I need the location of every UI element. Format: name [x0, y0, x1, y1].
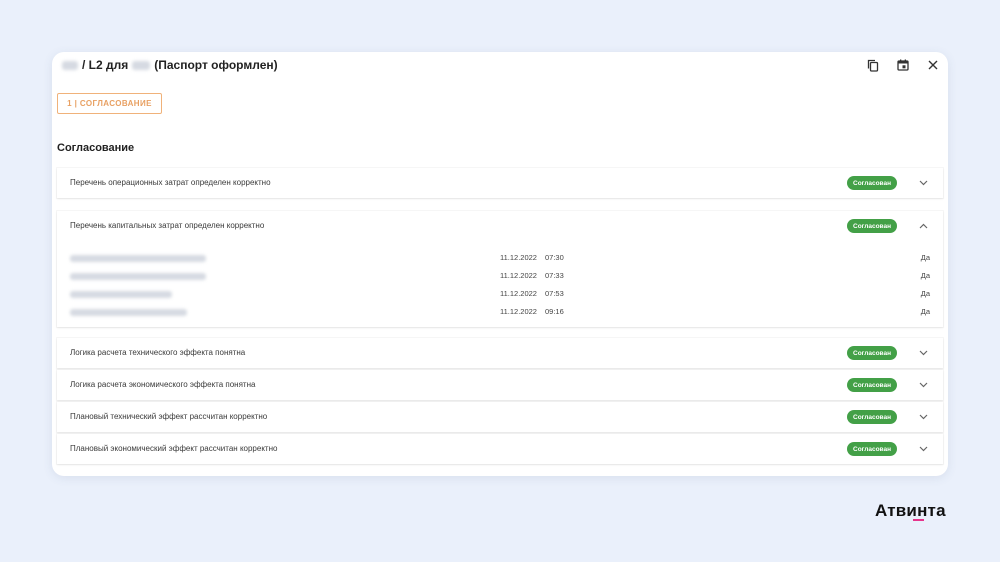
copy-icon[interactable] [865, 57, 881, 73]
approval-criterion-row: Плановый экономический эффект рассчитан … [57, 434, 943, 464]
close-icon[interactable] [925, 57, 941, 73]
approval-answer: Да [920, 271, 930, 280]
stage-tab-approval[interactable]: 1 | СОГЛАСОВАНИЕ [57, 93, 162, 114]
status-badge: Согласован [847, 378, 897, 392]
approval-answer: Да [920, 307, 930, 316]
approval-time: 07:33 [545, 271, 564, 280]
approval-answer: Да [920, 289, 930, 298]
row-header[interactable]: Перечень капитальных затрат определен ко… [57, 211, 943, 241]
approval-date: 11.12.2022 [500, 271, 537, 280]
redacted-text [62, 60, 78, 70]
approval-date: 11.12.2022 [500, 253, 537, 262]
redacted-text [132, 60, 151, 70]
criterion-label: Логика расчета технического эффекта поня… [70, 348, 246, 357]
status-badge: Согласован [847, 410, 897, 424]
dialog-header: / L2 для (Паспорт оформлен) [52, 52, 948, 78]
row-header[interactable]: Логика расчета технического эффекта поня… [57, 338, 943, 368]
approver-name-redacted [70, 289, 172, 298]
status-badge: Согласован [847, 346, 897, 360]
approver-name-redacted [70, 271, 206, 280]
approver-row: 11.12.2022 09:16 Да [70, 303, 930, 321]
approver-name-redacted [70, 253, 206, 262]
chevron-down-icon[interactable] [917, 412, 929, 422]
brand-logo: Атвинта [875, 501, 946, 520]
chevron-down-icon[interactable] [917, 444, 929, 454]
section-title: Согласование [57, 142, 135, 154]
approval-time: 09:16 [545, 307, 564, 316]
approval-criterion-row: Перечень операционных затрат определен к… [57, 168, 943, 198]
row-header[interactable]: Логика расчета экономического эффекта по… [57, 370, 943, 400]
chevron-up-icon[interactable] [917, 221, 929, 231]
row-header[interactable]: Плановый технический эффект рассчитан ко… [57, 402, 943, 432]
row-header[interactable]: Плановый экономический эффект рассчитан … [57, 434, 943, 464]
criterion-label: Плановый технический эффект рассчитан ко… [70, 412, 268, 421]
chevron-down-icon[interactable] [917, 380, 929, 390]
approval-criterion-row: Логика расчета экономического эффекта по… [57, 370, 943, 400]
criterion-label: Перечень операционных затрат определен к… [70, 178, 271, 187]
calendar-icon[interactable] [895, 57, 911, 73]
dialog-title: / L2 для (Паспорт оформлен) [58, 58, 278, 72]
passport-dialog: / L2 для (Паспорт оформлен) 1 | СОГЛАСОВ… [52, 52, 948, 476]
criterion-label: Логика расчета экономического эффекта по… [70, 380, 256, 389]
approval-time: 07:53 [545, 289, 564, 298]
approver-row: 11.12.2022 07:30 Да [70, 249, 930, 267]
approval-answer: Да [920, 253, 930, 262]
status-badge: Согласован [847, 176, 897, 190]
title-status: (Паспорт оформлен) [154, 58, 278, 72]
row-header[interactable]: Перечень операционных затрат определен к… [57, 168, 943, 198]
brand-logo-accent [913, 519, 924, 521]
chevron-down-icon[interactable] [917, 348, 929, 358]
approval-criterion-row: Плановый технический эффект рассчитан ко… [57, 402, 943, 432]
status-badge: Согласован [847, 219, 897, 233]
approval-date: 11.12.2022 [500, 307, 537, 316]
approver-row: 11.12.2022 07:33 Да [70, 267, 930, 285]
title-text: / L2 для [82, 58, 129, 72]
approval-time: 07:30 [545, 253, 564, 262]
approval-criterion-row: Логика расчета технического эффекта поня… [57, 338, 943, 368]
status-badge: Согласован [847, 442, 897, 456]
approval-criterion-row-expanded: Перечень капитальных затрат определен ко… [57, 211, 943, 327]
chevron-down-icon[interactable] [917, 178, 929, 188]
criterion-label: Перечень капитальных затрат определен ко… [70, 221, 265, 230]
approver-name-redacted [70, 307, 187, 316]
criterion-label: Плановый экономический эффект рассчитан … [70, 444, 278, 453]
approval-date: 11.12.2022 [500, 289, 537, 298]
approver-row: 11.12.2022 07:53 Да [70, 285, 930, 303]
